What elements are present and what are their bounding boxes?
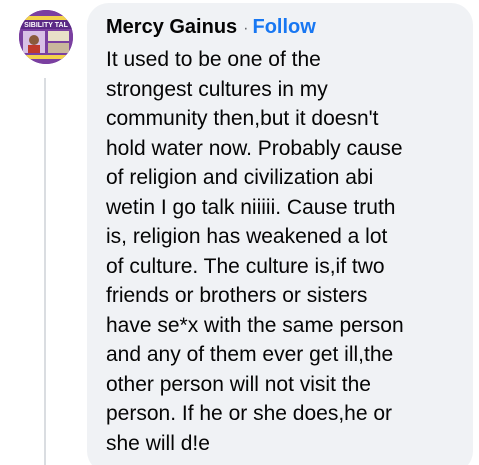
comment-thread: SIBILITY TAL Mercy Gainus · Follow It us… [0, 0, 479, 465]
avatar[interactable]: SIBILITY TAL [19, 10, 73, 64]
comment-header: Mercy Gainus · Follow [106, 12, 461, 42]
author-name[interactable]: Mercy Gainus [106, 12, 237, 42]
follow-button[interactable]: Follow [253, 12, 316, 42]
avatar-image: SIBILITY TAL [19, 10, 73, 64]
thread-connector-line [44, 78, 46, 465]
avatar-banner-text: SIBILITY TAL [24, 22, 68, 29]
comment-bubble: Mercy Gainus · Follow It used to be one … [87, 3, 473, 465]
separator-dot: · [243, 20, 249, 37]
comment-text: It used to be one of the strongest cultu… [106, 48, 404, 455]
